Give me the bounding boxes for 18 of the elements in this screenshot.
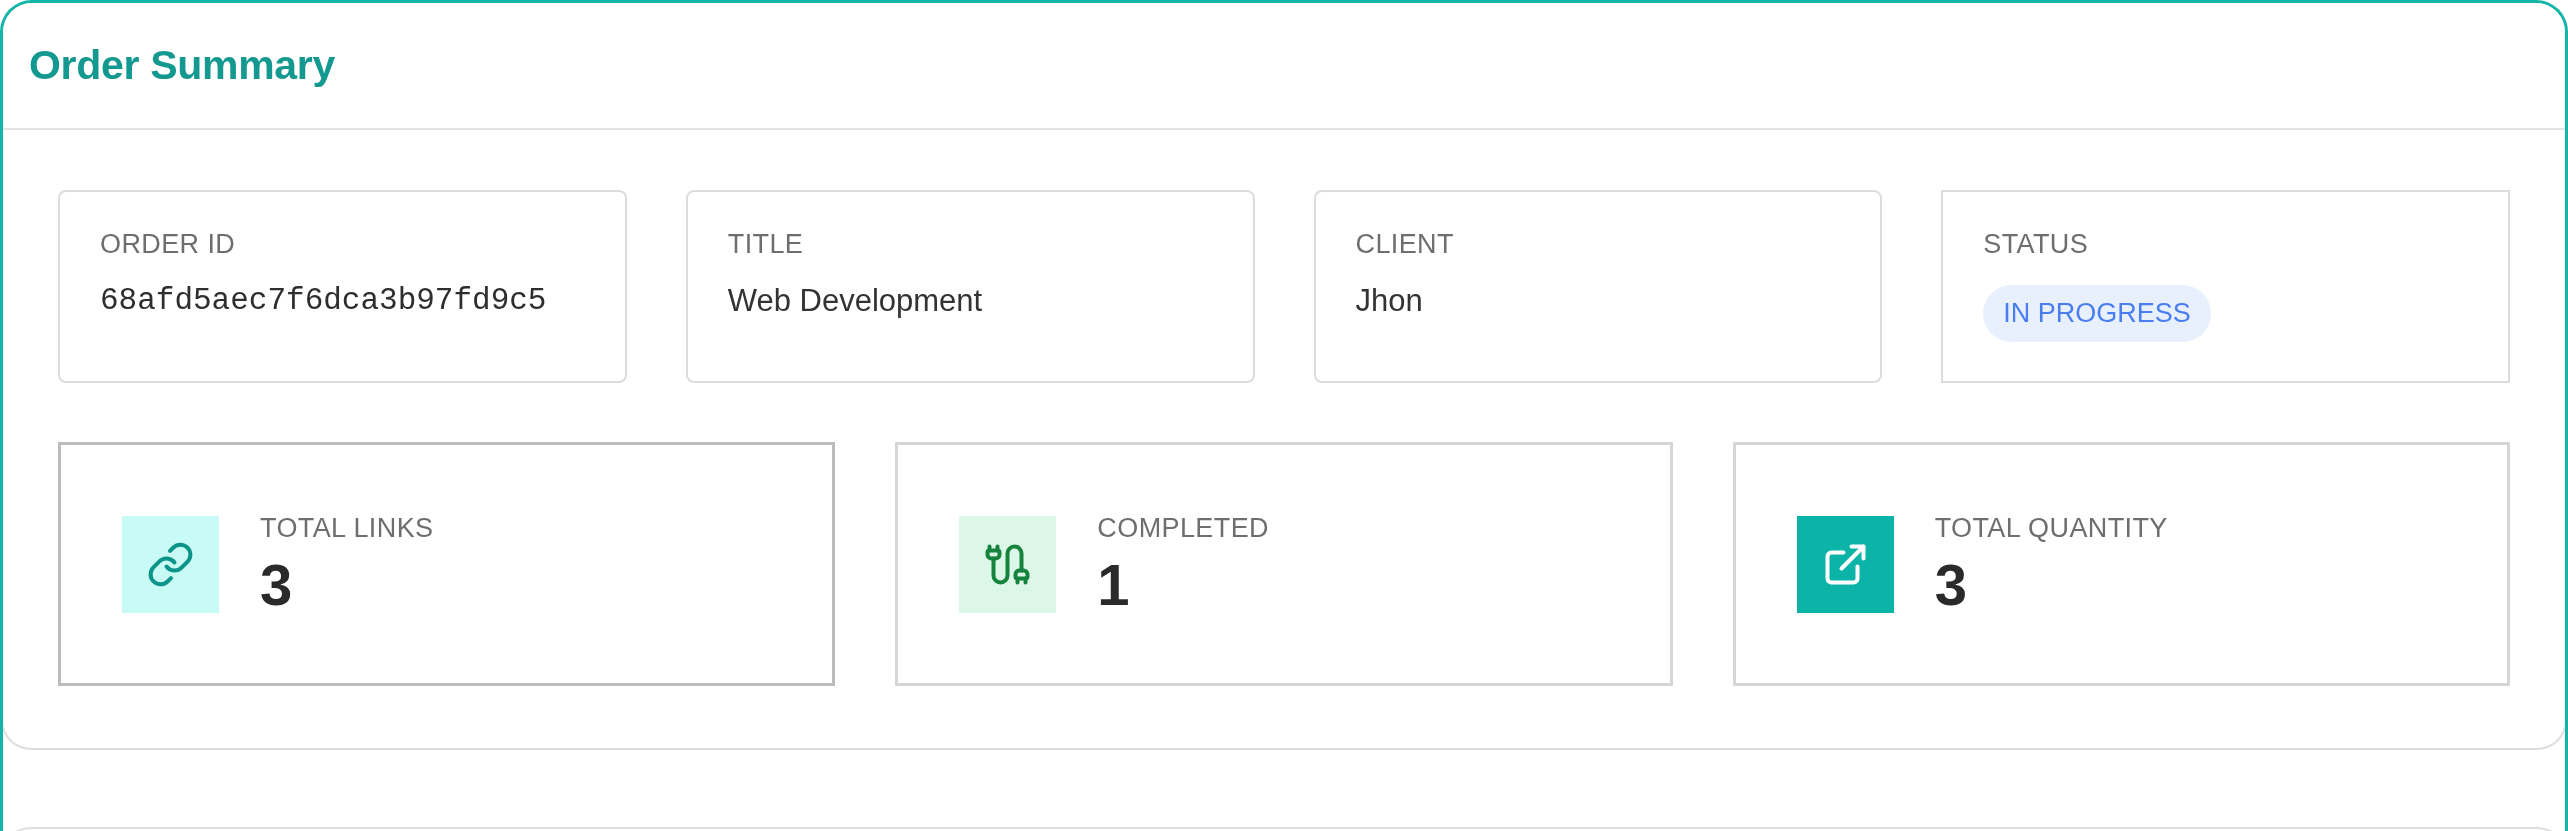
stat-label: TOTAL QUANTITY [1934, 512, 2168, 544]
external-link-icon [1796, 515, 1894, 613]
stat-label: TOTAL LINKS [260, 512, 434, 544]
cable-icon [959, 515, 1057, 613]
stat-value: 3 [1934, 554, 1967, 616]
status-badge: IN PROGRESS [1983, 285, 2211, 342]
field-value: 68afd5aec7f6dca3b97fd9c5 [100, 283, 547, 319]
stat-value: 3 [260, 554, 293, 616]
field-value: Jhon [1355, 283, 1423, 319]
card-title: Order Summary [29, 42, 335, 89]
field-label: ORDER ID [100, 228, 236, 260]
field-value: Web Development [727, 283, 983, 319]
stat-label: COMPLETED [1097, 512, 1269, 544]
field-label: CLIENT [1355, 228, 1454, 260]
link-icon [122, 515, 219, 613]
stat-value: 1 [1097, 554, 1130, 616]
field-label: TITLE [727, 228, 804, 260]
field-label: STATUS [1983, 228, 2089, 260]
